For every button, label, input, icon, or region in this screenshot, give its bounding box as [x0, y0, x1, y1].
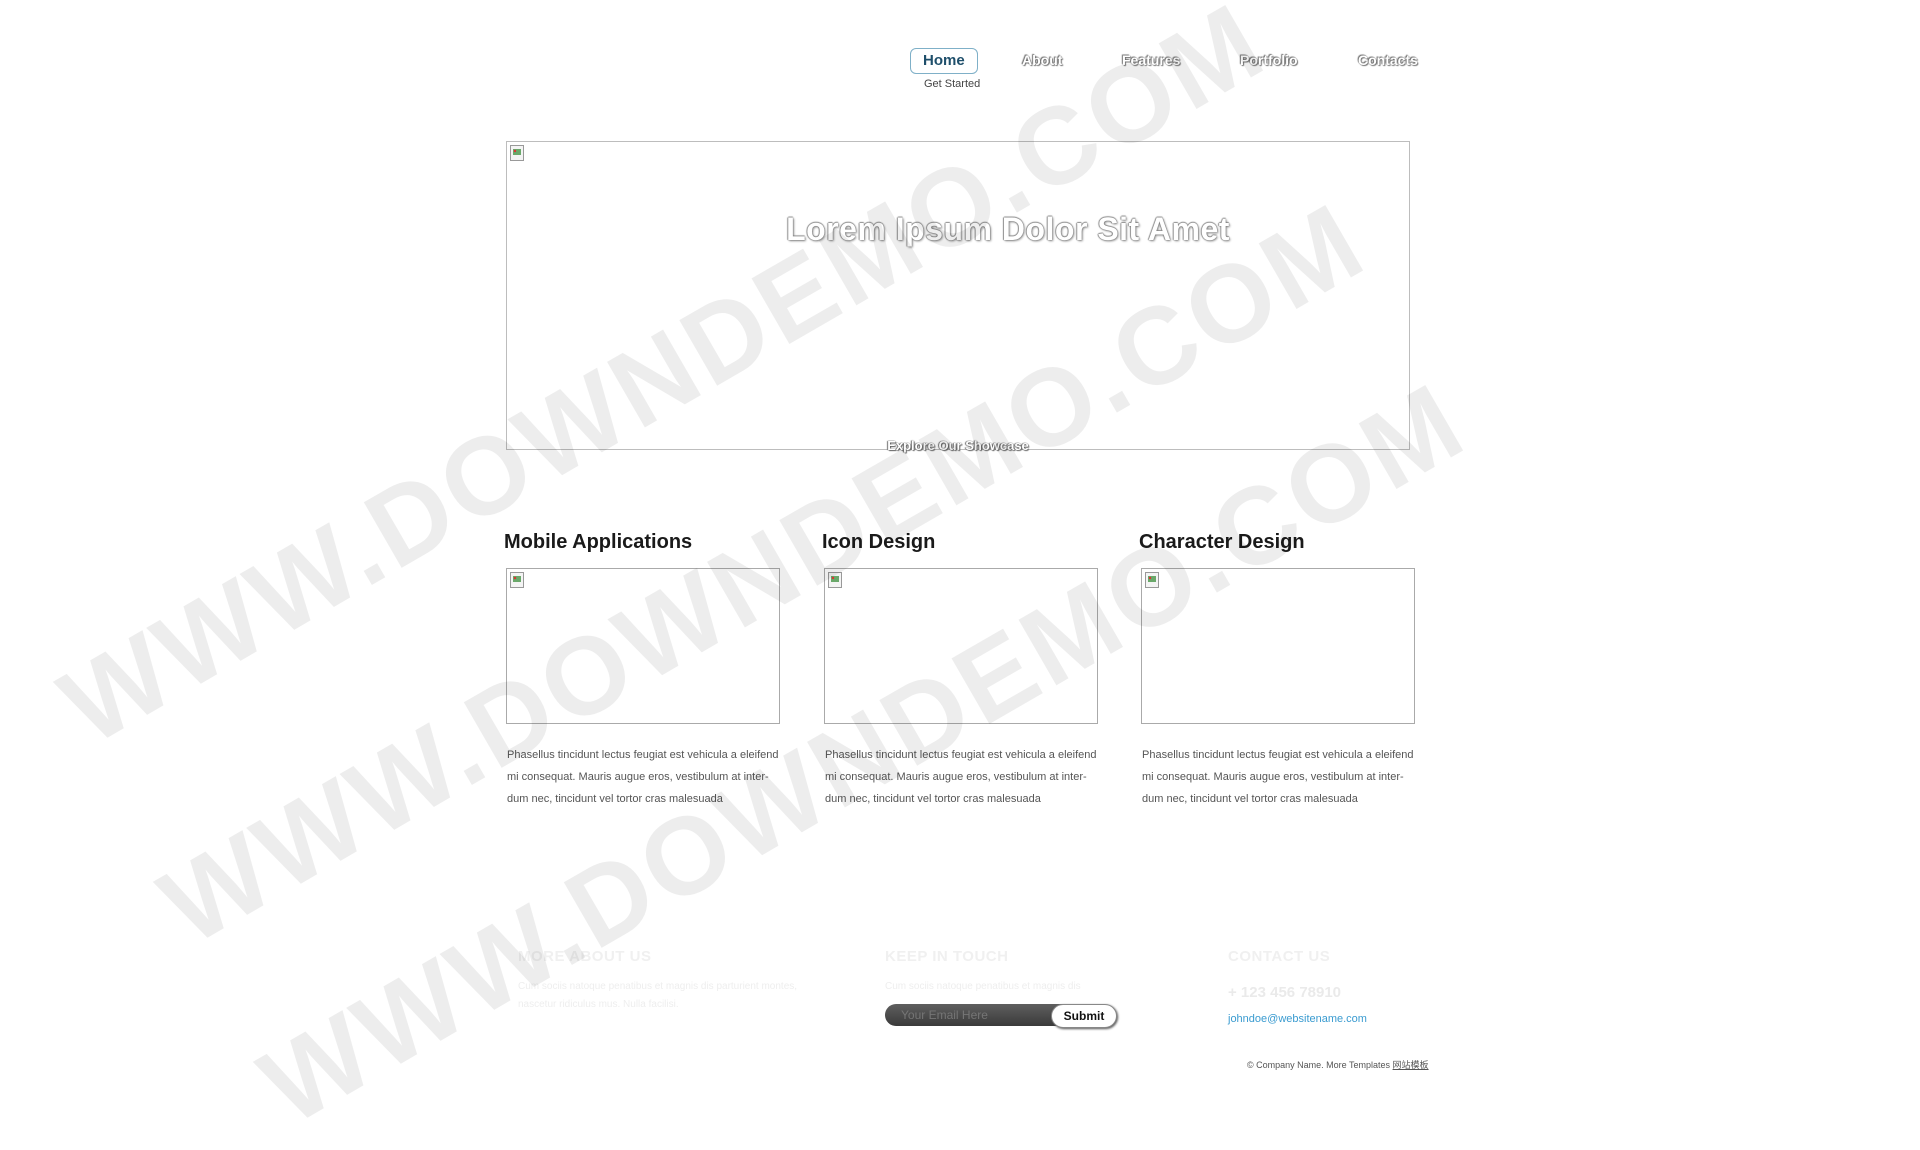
column-character-design: Character Design Phasellus tincidunt lec…: [1139, 530, 1419, 810]
broken-image-icon: [828, 572, 842, 588]
footer-touch-text: Cum sociis natoque penatibus et magnis d…: [885, 981, 1081, 992]
broken-image-icon: [510, 572, 524, 588]
hero-title: Lorem Ipsum Dolor Sit Amet: [786, 211, 1230, 247]
nav-portfolio[interactable]: Portfolio: [1240, 48, 1298, 72]
broken-image-icon: [1145, 572, 1159, 588]
column-text: Phasellus tincidunt lectus feugiat est v…: [1142, 749, 1414, 805]
explore-showcase-link[interactable]: Explore Our Showcase: [507, 438, 1409, 453]
footer-about-heading: MORE ABOUT US: [518, 948, 652, 965]
email-input[interactable]: [885, 1004, 1075, 1026]
nav-about[interactable]: About: [1022, 48, 1062, 72]
contact-phone: + 123 456 78910: [1228, 984, 1342, 1001]
hero-banner: Lorem Ipsum Dolor Sit Amet Explore Our S…: [506, 141, 1410, 453]
column-image: [824, 568, 1098, 724]
contact-email-link[interactable]: johndoe@websitename.com: [1228, 1013, 1367, 1025]
column-image: [1141, 568, 1415, 724]
column-icon-design: Icon Design Phasellus tincidunt lectus f…: [822, 530, 1102, 810]
templates-link[interactable]: 网站模板: [1393, 1060, 1429, 1070]
broken-image-icon: [510, 145, 524, 161]
column-title: Mobile Applications: [504, 531, 693, 553]
page: Home About Features Portfolio Contacts G…: [0, 0, 1920, 1148]
column-title: Icon Design: [822, 531, 936, 553]
submit-button[interactable]: Submit: [1051, 1004, 1117, 1028]
nav-features[interactable]: Features: [1122, 48, 1180, 72]
column-title: Character Design: [1139, 531, 1305, 553]
main-nav: Home About Features Portfolio Contacts: [910, 48, 1430, 78]
footer-contact-heading: CONTACT US: [1228, 948, 1331, 965]
column-text: Phasellus tincidunt lectus feugiat est v…: [825, 749, 1097, 805]
column-mobile-applications: Mobile Applications Phasellus tincidunt …: [504, 530, 784, 810]
column-text: Phasellus tincidunt lectus feugiat est v…: [507, 749, 779, 805]
nav-home[interactable]: Home: [910, 48, 978, 74]
column-image: [506, 568, 780, 724]
footer-about-text: Cum sociis natoque penatibus et magnis d…: [518, 981, 798, 1010]
nav-sub-label[interactable]: Get Started: [924, 78, 980, 90]
nav-contacts[interactable]: Contacts: [1358, 48, 1418, 72]
copyright: © Company Name. More Templates 网站模板: [1247, 1058, 1429, 1071]
footer-touch-heading: KEEP IN TOUCH: [885, 948, 1009, 965]
copyright-text: © Company Name. More Templates: [1247, 1060, 1391, 1070]
